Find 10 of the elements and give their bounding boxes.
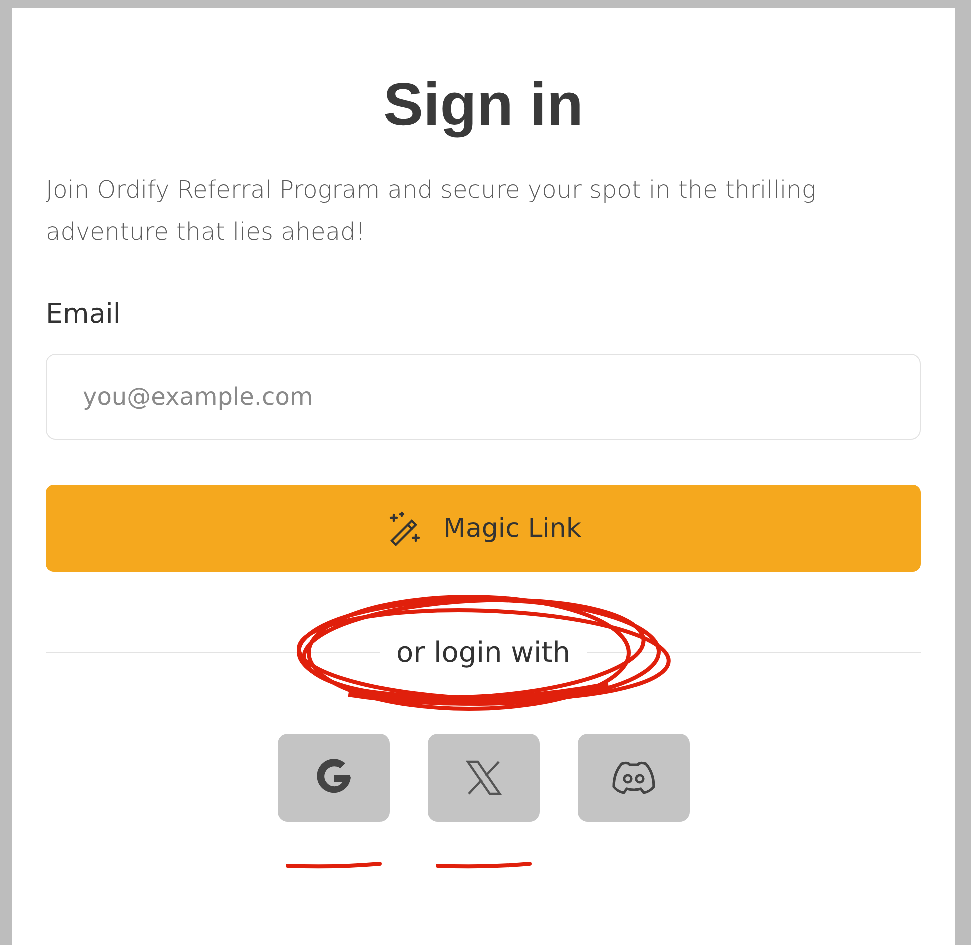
email-label: Email — [46, 299, 122, 330]
social-login-button[interactable] — [578, 734, 690, 822]
x-logo-icon — [464, 758, 504, 798]
magic-link-button[interactable]: Magic Link — [46, 485, 921, 572]
page-title: Sign in — [382, 70, 584, 139]
email-input-field[interactable]: you@example.com — [46, 354, 921, 440]
social-login-button[interactable] — [278, 734, 390, 822]
game-controller-face-icon — [610, 759, 658, 797]
description-text: Join Ordify Referral Program and secure your spot in the thrilling adventure that lies ahead! — [46, 175, 818, 248]
social-login-button[interactable] — [428, 734, 540, 822]
